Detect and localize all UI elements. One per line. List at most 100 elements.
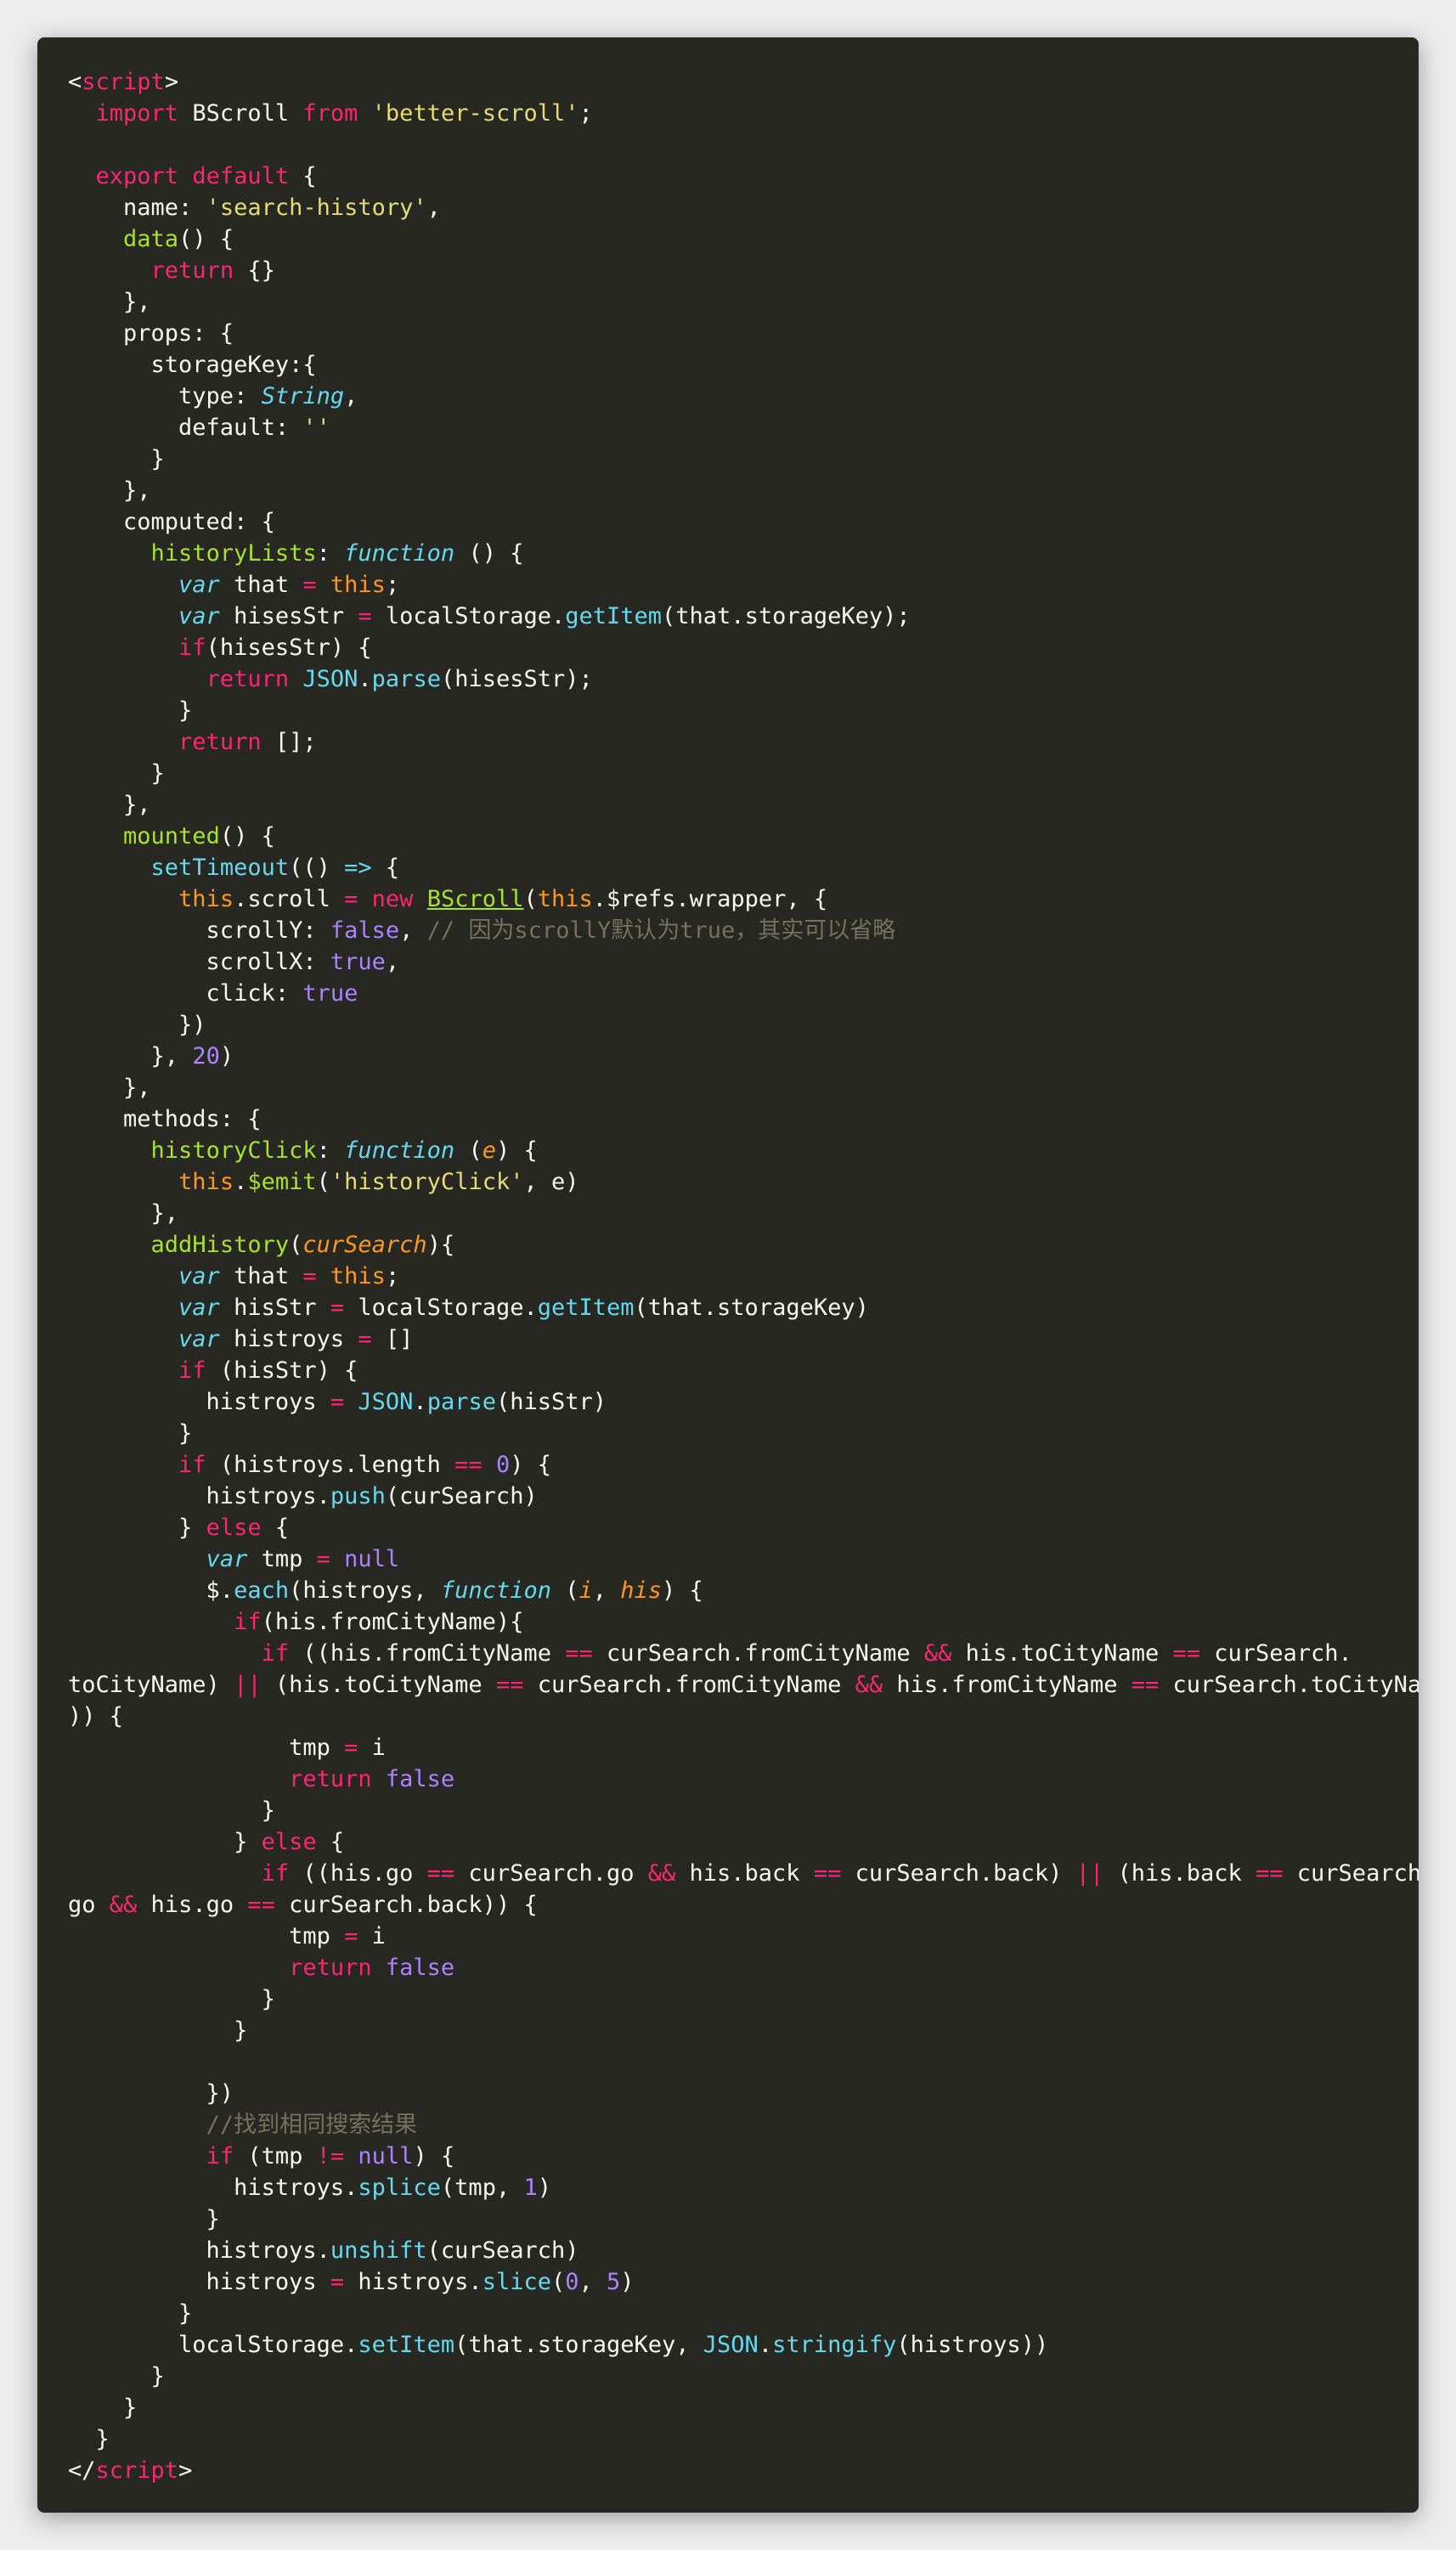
code-token: (his.fromCityName){ [261, 1609, 524, 1635]
code-token: if [178, 1357, 206, 1384]
code-token: true [302, 980, 358, 1007]
code-token: splice [358, 2175, 441, 2201]
code-token: : [316, 540, 345, 567]
code-token: storageKey:{ [68, 352, 317, 378]
code-token: histroys [68, 1389, 330, 1415]
code-token: ( [316, 1169, 330, 1195]
code-token: getItem [565, 603, 663, 629]
code-line: }, 20) [68, 1041, 1388, 1072]
code-token: (tmp, [440, 2175, 524, 2201]
code-token: tmp [68, 1923, 345, 1949]
code-token: { [261, 1515, 290, 1541]
code-line: } [68, 2015, 1388, 2046]
code-token: ) { [413, 2143, 455, 2169]
code-token: String [261, 383, 345, 409]
code-token: (hisStr) [495, 1389, 607, 1415]
code-token: && [855, 1672, 883, 1698]
code-token: ; [385, 572, 400, 598]
code-token: = [330, 1389, 345, 1415]
code-token: 5 [607, 2269, 621, 2295]
code-token: script [95, 2457, 179, 2484]
code-token: ) { [495, 1137, 538, 1164]
code-token: }, [68, 1075, 151, 1101]
code-token: = [344, 1735, 358, 1761]
code-token: this [178, 1169, 234, 1195]
code-token: null [344, 1546, 400, 1572]
code-token: } [68, 1515, 206, 1541]
code-token: JSON [302, 666, 358, 692]
code-token: ) { [662, 1577, 703, 1604]
code-token: 'historyClick' [330, 1169, 524, 1195]
code-token: JSON [703, 2332, 759, 2358]
code-token: == [454, 1452, 483, 1478]
code-token: ( [523, 886, 538, 912]
code-token: } [68, 2300, 193, 2327]
code-token: , [344, 383, 358, 409]
code-token: (his.toCityName [261, 1672, 496, 1698]
code-token: curSearch.toCityName [1172, 1672, 1419, 1698]
code-token: that [219, 1263, 303, 1289]
code-token: i [358, 1923, 386, 1949]
code-token: his.fromCityName [883, 1672, 1132, 1698]
code-line: tmp = i [68, 1921, 1388, 1952]
code-token: ; [385, 1263, 400, 1289]
code-line: import BScroll from 'better-scroll'; [68, 98, 1388, 129]
code-token: ( [454, 1137, 483, 1164]
code-token: 0 [495, 1452, 511, 1478]
code-token: } [68, 2363, 165, 2389]
code-token: , [399, 917, 427, 944]
code-token: (curSearch) [426, 2237, 579, 2264]
code-token: return [150, 257, 234, 284]
code-line: this.$emit('historyClick', e) [68, 1166, 1388, 1198]
code-token: addHistory [150, 1232, 290, 1258]
code-token: return [206, 666, 290, 692]
code-token: return [289, 1955, 372, 1981]
code-token: = [344, 886, 358, 912]
code-line: name: 'search-history', [68, 192, 1388, 223]
code-line: }, [68, 286, 1388, 318]
code-token: getItem [537, 1295, 635, 1321]
code-line: mounted() { [68, 821, 1388, 852]
code-token: { [316, 1829, 345, 1855]
code-token: }, [68, 792, 151, 818]
code-token: (that.storageKey, [454, 2332, 703, 2358]
code-token: } [68, 1986, 275, 2012]
code-token: 'better-scroll' [371, 100, 579, 127]
code-line: } [68, 2361, 1388, 2392]
code-token: localStorage. [371, 603, 566, 629]
code-line: histroys.push(curSearch) [68, 1481, 1388, 1512]
code-token: import [95, 100, 179, 127]
code-token: if [206, 2143, 234, 2169]
code-token: < [68, 69, 82, 95]
code-token: slice [482, 2269, 551, 2295]
code-token: ((his.fromCityName [289, 1640, 566, 1667]
code-token: i [578, 1577, 593, 1604]
code-token: his.back [675, 1860, 814, 1887]
code-line: }, [68, 789, 1388, 821]
code-token: curSearch. [1296, 1860, 1419, 1887]
code-line: //找到相同搜索结果 [68, 2109, 1388, 2141]
code-token: return [178, 729, 262, 755]
code-token: (histroys)) [896, 2332, 1049, 2358]
code-token: = [358, 603, 372, 629]
code-line: historyClick: function (e) { [68, 1135, 1388, 1166]
code-token: (histroys.length [206, 1452, 455, 1478]
code-token: histroys. [68, 2175, 358, 2201]
code-token: ) [219, 1043, 234, 1069]
code-token: true [330, 949, 386, 975]
code-token: , [426, 195, 441, 221]
code-token: return [289, 1766, 372, 1792]
code-token: each [234, 1577, 290, 1604]
code-token: from [302, 100, 358, 127]
